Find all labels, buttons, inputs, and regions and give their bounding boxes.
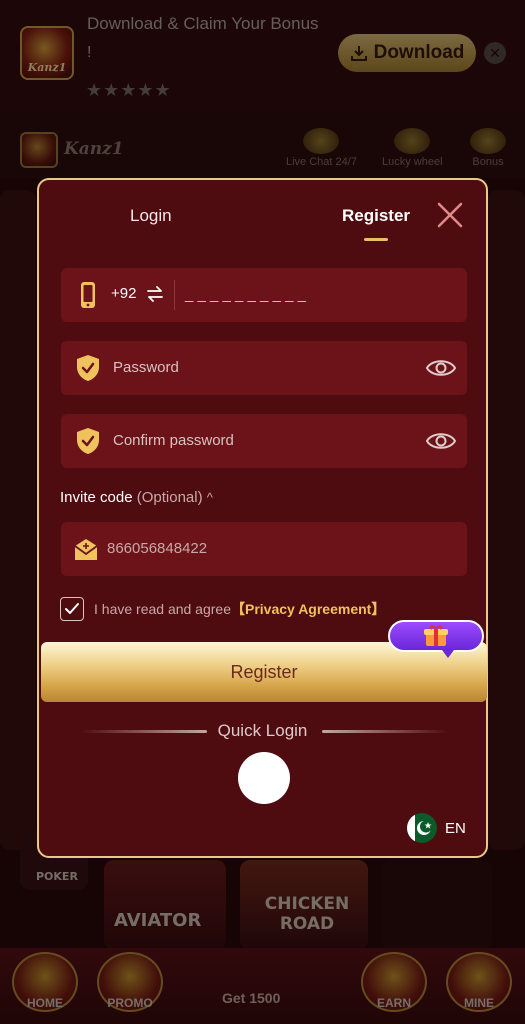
quick-login-button[interactable]: [238, 752, 290, 804]
confirm-password-input[interactable]: Confirm password: [113, 432, 234, 449]
invite-optional-label: (Optional): [136, 489, 203, 506]
shield-check-icon: [77, 355, 99, 381]
password-input[interactable]: Password: [113, 359, 179, 376]
agreement-row: I have read and agree 【Privacy Agreement…: [60, 596, 385, 622]
agreement-text: I have read and agree: [94, 601, 231, 617]
password-field[interactable]: Password: [61, 341, 467, 395]
country-code[interactable]: +92: [111, 285, 136, 302]
active-tab-indicator: [364, 238, 388, 241]
gift-bubble[interactable]: [388, 620, 484, 658]
invite-code-input[interactable]: 866056848422: [107, 540, 207, 557]
eye-icon[interactable]: [425, 429, 457, 453]
divider-line: [322, 730, 448, 733]
field-divider: [174, 280, 175, 310]
gift-icon: [424, 625, 448, 646]
confirm-password-field[interactable]: Confirm password: [61, 414, 467, 468]
invite-code-toggle[interactable]: Invite code (Optional) ^: [60, 489, 213, 506]
eye-icon[interactable]: [425, 356, 457, 380]
phone-field[interactable]: +92 _ _ _ _ _ _ _ _ _ _: [61, 268, 467, 322]
invite-code-field[interactable]: 866056848422: [61, 522, 467, 576]
agreement-checkbox[interactable]: [60, 597, 84, 621]
pakistan-flag-icon: [407, 813, 437, 843]
register-modal: Login Register +92 _ _ _ _ _ _ _ _ _ _ P…: [37, 178, 488, 858]
language-selector[interactable]: EN: [407, 813, 466, 843]
phone-icon: [81, 282, 95, 308]
invite-code-label: Invite code: [60, 489, 133, 506]
privacy-agreement-link[interactable]: 【Privacy Agreement】: [231, 599, 385, 619]
chevron-up-icon: ^: [206, 490, 213, 505]
tab-login[interactable]: Login: [130, 206, 172, 226]
checkmark-icon: [65, 603, 79, 614]
close-icon[interactable]: [435, 200, 465, 230]
envelope-icon: [74, 539, 98, 560]
shield-check-icon: [77, 428, 99, 454]
tab-register[interactable]: Register: [342, 206, 410, 226]
language-label: EN: [445, 819, 466, 837]
swap-icon[interactable]: [147, 284, 163, 304]
phone-input[interactable]: _ _ _ _ _ _ _ _ _ _: [185, 286, 306, 303]
